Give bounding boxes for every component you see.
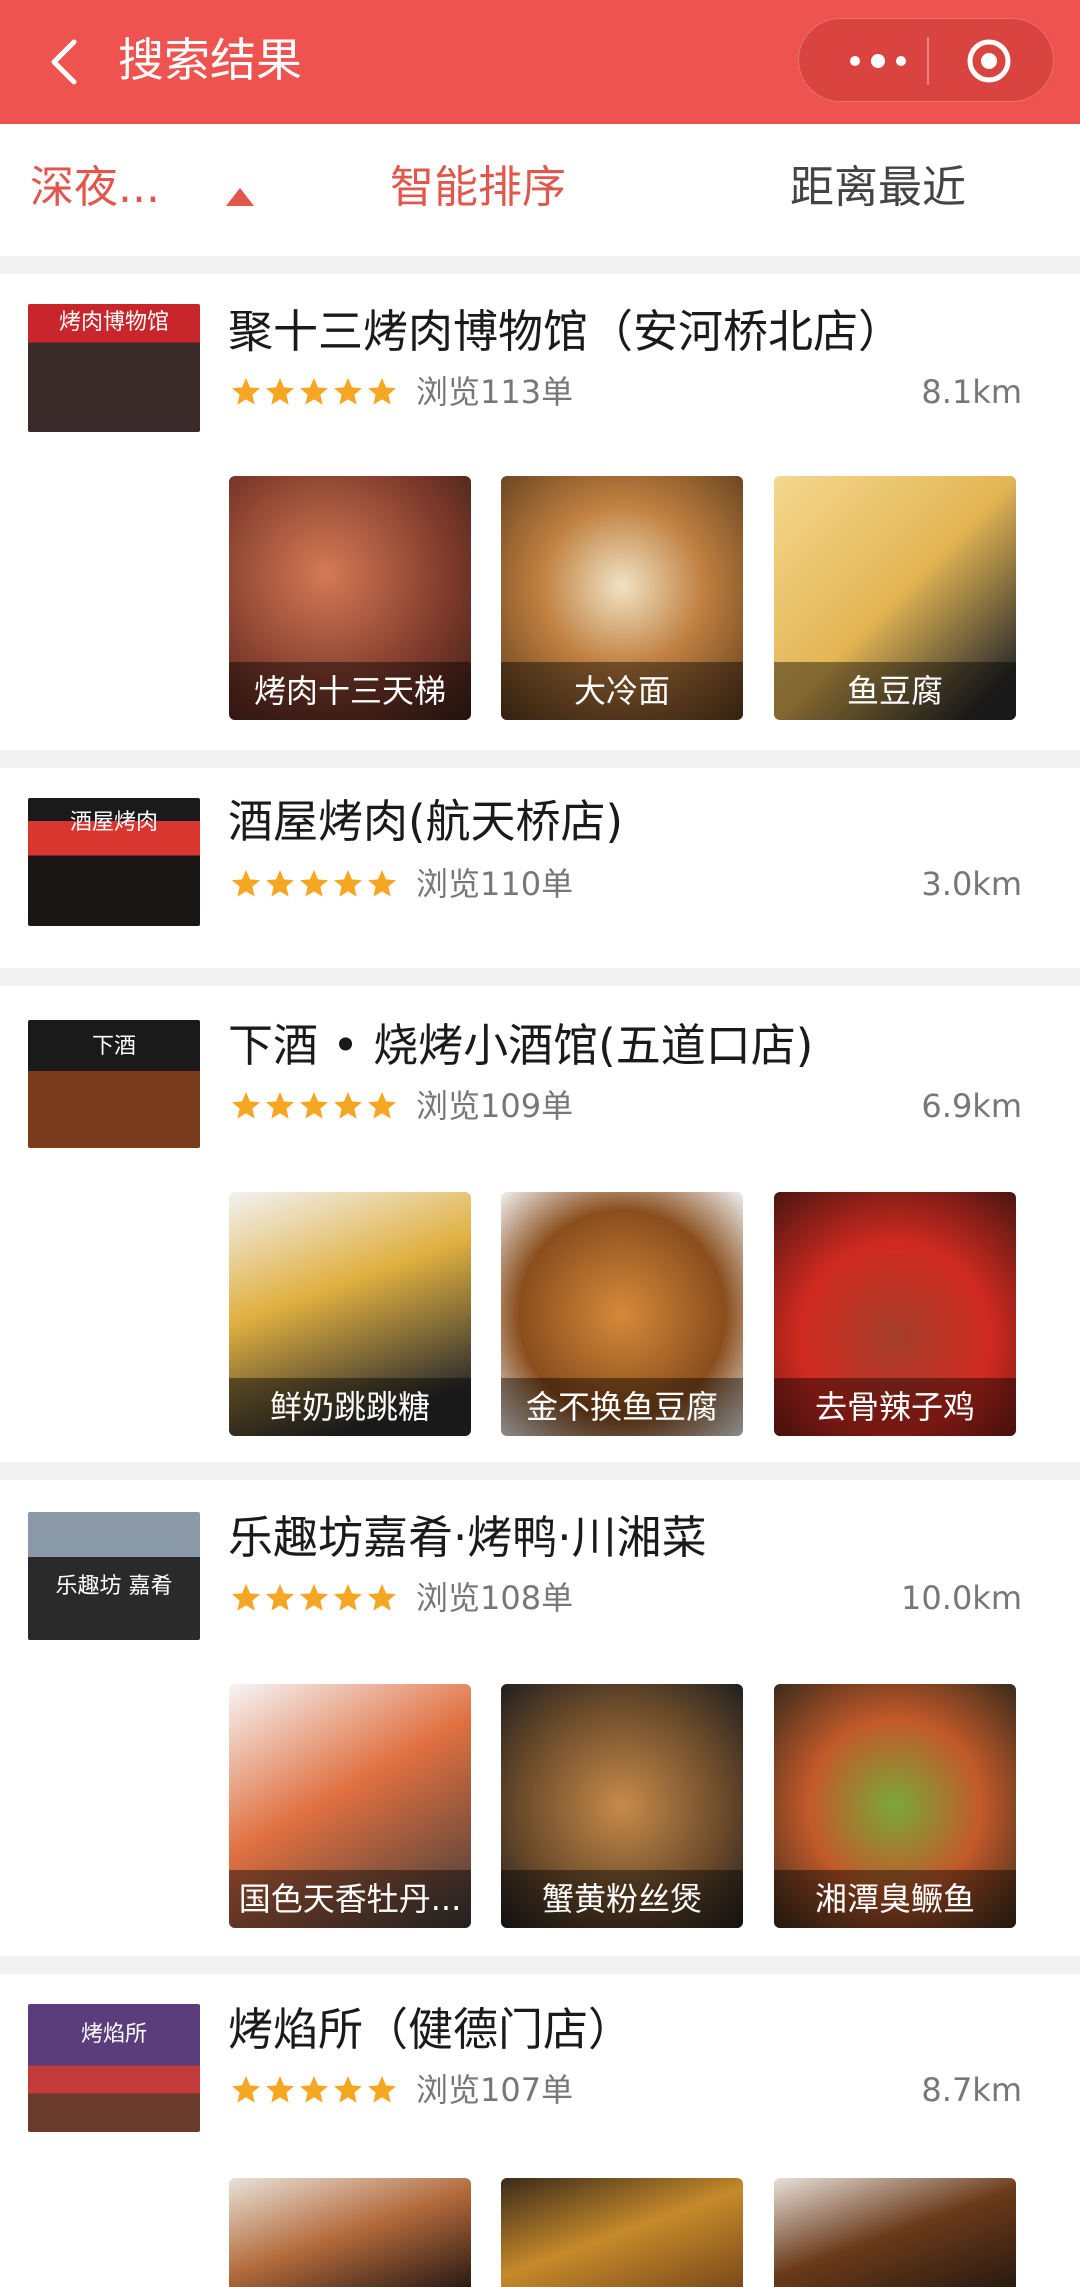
star-icon [266,2076,294,2103]
section-gap [0,750,1080,768]
view-count: 浏览107单 [416,2071,574,2109]
dish-photo[interactable]: 国色天香牡丹... [229,1684,471,1928]
more-icon[interactable] [833,45,923,77]
star-icon [334,1092,362,1119]
star-icon [300,870,328,897]
shop-name: 酒屋烤肉(航天桥店) [228,795,624,848]
star-icon [368,1584,396,1611]
dish-name: 鲜奶跳跳糖 [229,1378,471,1436]
mini-program-capsule [798,18,1054,102]
shop-card[interactable]: 乐趣坊 嘉肴 乐趣坊嘉肴·烤鸭·川湘菜 浏览108单 10.0km 国色天香牡丹… [0,1480,1080,1956]
dish-photo[interactable] [501,2178,743,2287]
dish-name: 金不换鱼豆腐 [501,1378,743,1436]
dish-name: 烤肉十三天梯 [229,662,471,720]
dish-photo[interactable] [774,2178,1016,2287]
rating-stars [230,376,400,410]
view-count: 浏览108单 [416,1579,574,1617]
star-icon [232,1092,260,1119]
shop-name: 乐趣坊嘉肴·烤鸭·川湘菜 [228,1511,707,1564]
distance-filter[interactable]: 距离最近 [790,158,966,218]
shop-photo: 乐趣坊 嘉肴 [28,1512,200,1640]
close-target-icon[interactable] [965,37,1013,85]
capsule-divider [927,37,929,85]
star-icon [266,378,294,405]
star-icon [266,1092,294,1119]
star-icon [300,2076,328,2103]
star-icon [266,870,294,897]
shop-sign-text: 烤焰所 [80,2022,147,2047]
distance: 8.7km [921,2071,1022,2109]
star-icon [232,1584,260,1611]
view-count: 浏览110单 [416,865,574,903]
shop-card[interactable]: 烤肉博物馆 聚十三烤肉博物馆（安河桥北店） 浏览113单 8.1km 烤肉十三天… [0,274,1080,750]
dish-name: 湘潭臭鳜鱼 [774,1870,1016,1928]
star-icon [300,1584,328,1611]
dish-photo[interactable]: 去骨辣子鸡 [774,1192,1016,1436]
star-icon [300,1092,328,1119]
dish-photo[interactable]: 金不换鱼豆腐 [501,1192,743,1436]
dish-photo[interactable]: 湘潭臭鳜鱼 [774,1684,1016,1928]
shop-photo: 下酒 [28,1020,200,1148]
dish-photo[interactable]: 鱼豆腐 [774,476,1016,720]
shop-card[interactable]: 烤焰所 烤焰所（健德门店） 浏览107单 8.7km [0,1974,1080,2287]
rating-stars [230,1582,400,1616]
star-icon [266,1584,294,1611]
shop-photo: 烤焰所 [28,2004,200,2132]
star-icon [368,870,396,897]
filter-bar: 深夜... 智能排序 距离最近 [0,124,1080,256]
distance: 6.9km [921,1087,1022,1125]
star-icon [232,378,260,405]
shop-photo: 酒屋烤肉 [28,798,200,926]
dish-photo[interactable]: 大冷面 [501,476,743,720]
star-icon [334,2076,362,2103]
section-gap [0,1462,1080,1480]
shop-name: 烤焰所（健德门店） [228,2003,634,2056]
section-gap [0,1956,1080,1974]
star-icon [334,378,362,405]
distance: 10.0km [901,1579,1022,1617]
shop-sign-text: 烤肉博物馆 [58,310,169,335]
page-title: 搜索结果 [118,33,302,87]
star-icon [300,378,328,405]
rating-stars [230,2074,400,2108]
shop-photo: 烤肉博物馆 [28,304,200,432]
dish-photo[interactable]: 蟹黄粉丝煲 [501,1684,743,1928]
star-icon [232,2076,260,2103]
rating-stars [230,868,400,902]
distance: 8.1km [921,373,1022,411]
shop-sign-text: 下酒 [91,1034,136,1059]
section-gap [0,968,1080,986]
dish-name: 鱼豆腐 [774,662,1016,720]
star-icon [334,870,362,897]
sort-filter[interactable]: 智能排序 [390,158,566,218]
distance: 3.0km [921,865,1022,903]
shop-sign-text: 酒屋烤肉 [69,810,158,835]
section-gap [0,256,1080,274]
star-icon [334,1584,362,1611]
shop-name: 下酒 • 烧烤小酒馆(五道口店) [228,1019,814,1072]
category-filter[interactable]: 深夜... [30,158,160,218]
star-icon [368,378,396,405]
shop-name: 聚十三烤肉博物馆（安河桥北店） [228,305,904,358]
star-icon [232,870,260,897]
star-icon [368,1092,396,1119]
star-icon [368,2076,396,2103]
rating-stars [230,1090,400,1124]
view-count: 浏览113单 [416,373,574,411]
shop-card[interactable]: 下酒 下酒 • 烧烤小酒馆(五道口店) 浏览109单 6.9km 鲜奶跳跳糖 金… [0,986,1080,1462]
dish-name: 蟹黄粉丝煲 [501,1870,743,1928]
dish-photo[interactable] [229,2178,471,2287]
dish-name: 去骨辣子鸡 [774,1378,1016,1436]
dish-name: 国色天香牡丹... [229,1870,471,1928]
view-count: 浏览109单 [416,1087,574,1125]
dish-name: 大冷面 [501,662,743,720]
caret-up-icon[interactable] [224,186,256,208]
shop-card[interactable]: 酒屋烤肉 酒屋烤肉(航天桥店) 浏览110单 3.0km [0,768,1080,968]
back-arrow-icon[interactable] [36,30,96,94]
title-bar: 搜索结果 [0,0,1080,124]
dish-photo[interactable]: 烤肉十三天梯 [229,476,471,720]
dish-photo[interactable]: 鲜奶跳跳糖 [229,1192,471,1436]
shop-sign-text: 乐趣坊 嘉肴 [55,1574,173,1599]
